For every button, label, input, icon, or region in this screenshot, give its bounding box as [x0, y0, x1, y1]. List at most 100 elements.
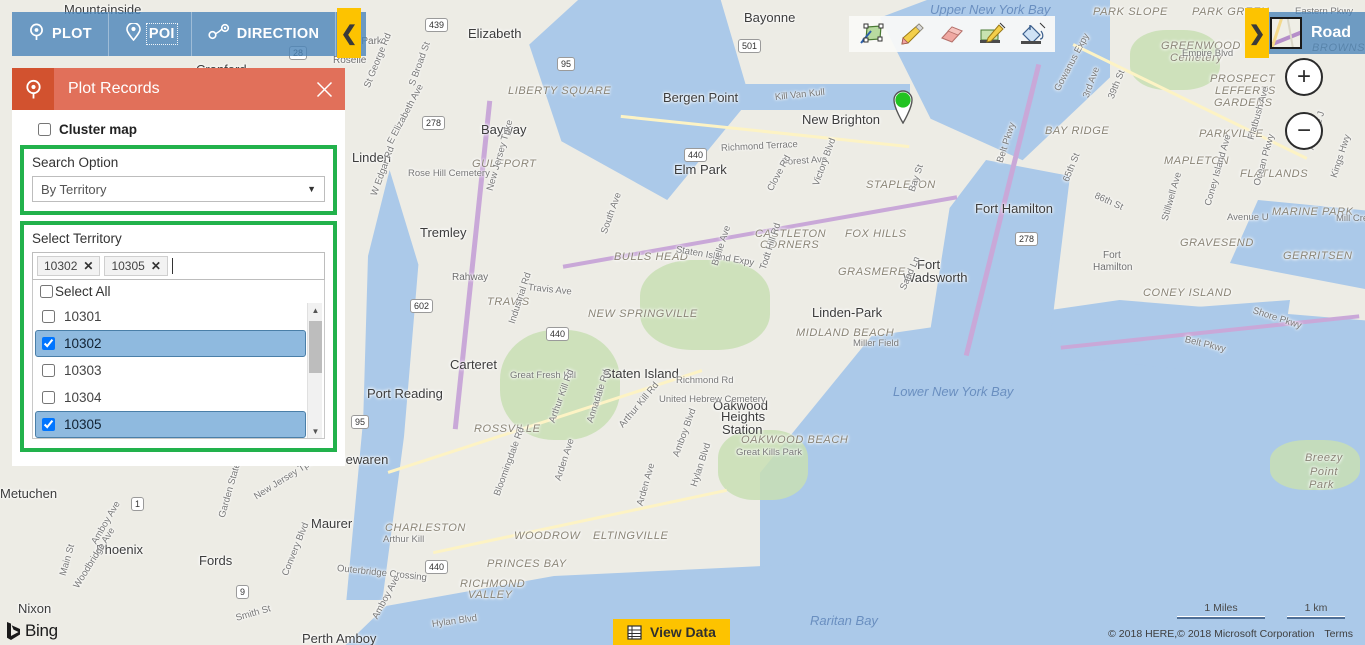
polygon-tool-button[interactable]: [855, 19, 889, 49]
poi-pin-icon: [125, 22, 142, 45]
view-data-button[interactable]: View Data: [613, 619, 730, 645]
territory-option-label: 10304: [64, 390, 102, 405]
select-all-checkbox[interactable]: [40, 285, 53, 298]
toolbar-item-poi[interactable]: POI: [109, 12, 192, 56]
map-route-shield: 1: [131, 497, 145, 511]
territory-chips-input[interactable]: 10302 ✕ 10305 ✕: [32, 252, 325, 280]
zoom-in-button[interactable]: +: [1285, 58, 1323, 96]
territory-option-checkbox[interactable]: [42, 391, 55, 404]
map-water-kill-van-kull: [640, 84, 910, 110]
minus-icon: −: [1296, 117, 1311, 144]
close-icon[interactable]: ✕: [83, 259, 93, 273]
territory-option-checkbox[interactable]: [42, 310, 55, 323]
drawing-tools-toolbar: [849, 16, 1055, 52]
toolbar-label-poi: POI: [145, 23, 178, 45]
territory-option[interactable]: 10301: [35, 303, 306, 330]
main-toolbar: PLOT POI DIRECTION: [12, 12, 367, 56]
territory-option[interactable]: 10303: [35, 357, 306, 384]
map-thumbnail-icon: [1270, 17, 1302, 49]
scrollbar-thumb[interactable]: [309, 321, 322, 373]
map-route-shield: 602: [410, 299, 434, 313]
scale-bar-km: 1 km: [1287, 602, 1345, 619]
select-all-label: Select All: [55, 284, 111, 299]
territory-option-label: 10301: [64, 309, 102, 324]
select-territory-highlight-box: Select Territory 10302 ✕ 10305 ✕ Select …: [20, 221, 337, 452]
bing-logo-icon: [7, 622, 20, 640]
bing-logo[interactable]: Bing: [6, 621, 58, 641]
territory-option-checkbox[interactable]: [42, 337, 55, 350]
toolbar-item-plot[interactable]: PLOT: [12, 12, 109, 56]
territory-option[interactable]: 10305: [35, 411, 306, 438]
territory-option-checkbox[interactable]: [42, 418, 55, 431]
territory-option-label: 10302: [64, 336, 102, 351]
select-all-row[interactable]: Select All: [33, 280, 324, 303]
toolbar-label-plot: PLOT: [52, 26, 92, 42]
fill-tool-button[interactable]: [1015, 19, 1049, 49]
map-green-area: [500, 330, 620, 440]
map-route-shield: 9: [236, 585, 250, 599]
territory-option[interactable]: 10304: [35, 384, 306, 411]
map-attribution: © 2018 HERE,© 2018 Microsoft Corporation…: [1108, 628, 1353, 640]
map-application: MountainsideElizabethBayonneCranfordRose…: [0, 0, 1365, 645]
territory-chip[interactable]: 10305 ✕: [104, 256, 168, 276]
toolbar-item-direction[interactable]: DIRECTION: [192, 12, 337, 56]
territory-option-list[interactable]: 103011030210303103041030510306 ▲ ▼: [33, 303, 324, 438]
triangle-up-icon[interactable]: ▲: [308, 303, 323, 317]
zoom-out-button[interactable]: −: [1285, 112, 1323, 150]
map-route-shield: 440: [684, 148, 708, 162]
map-route-shield: 440: [546, 327, 570, 341]
table-icon: [627, 624, 642, 640]
search-option-label: Search Option: [32, 155, 119, 170]
map-route-shield: 95: [351, 415, 370, 429]
close-icon[interactable]: ✕: [151, 259, 161, 273]
plot-marker-green[interactable]: [890, 88, 916, 129]
select-territory-field: Select Territory 10302 ✕ 10305 ✕ Select …: [24, 225, 333, 448]
cluster-map-label: Cluster map: [59, 122, 138, 137]
toolbar-label-direction: DIRECTION: [236, 26, 320, 42]
territory-chip[interactable]: 10302 ✕: [37, 256, 101, 276]
territory-option-checkbox[interactable]: [42, 364, 55, 377]
right-panel-expand-button[interactable]: ❯: [1245, 8, 1269, 58]
copyright-text: © 2018 HERE,© 2018 Microsoft Corporation: [1108, 628, 1315, 640]
map-green-area: [1130, 30, 1220, 90]
triangle-down-icon[interactable]: ▼: [308, 424, 323, 438]
map-scale-bars: 1 Miles 1 km: [1177, 602, 1345, 619]
cluster-map-row[interactable]: Cluster map: [20, 120, 337, 145]
edit-shape-tool-button[interactable]: [975, 19, 1009, 49]
chevron-left-icon: ❮: [340, 22, 358, 45]
map-route-shield: 501: [738, 39, 762, 53]
territory-chip-label: 10305: [111, 259, 145, 273]
search-option-value: By Territory: [41, 181, 107, 197]
left-panel-collapse-button[interactable]: ❮: [337, 8, 361, 58]
panel-header: Plot Records: [12, 68, 345, 110]
pencil-tool-button[interactable]: [895, 19, 929, 49]
map-pin-icon: [28, 23, 45, 45]
map-route-shield: 439: [425, 18, 449, 32]
pencil-icon: [901, 23, 924, 45]
bing-logo-label: Bing: [25, 621, 58, 640]
eraser-tool-button[interactable]: [935, 19, 969, 49]
cluster-map-checkbox[interactable]: [38, 123, 51, 136]
map-route-shield: 278: [1015, 232, 1039, 246]
panel-title: Plot Records: [68, 80, 160, 97]
map-green-area: [718, 430, 808, 500]
edit-shape-icon: [980, 22, 1006, 43]
territory-dropdown-list: Select All 10301103021030310304103051030…: [32, 280, 325, 439]
close-icon: [316, 81, 332, 97]
territory-chip-label: 10302: [44, 259, 78, 273]
search-option-select[interactable]: By Territory ▼: [32, 176, 325, 202]
territory-option-label: 10303: [64, 363, 102, 378]
chevron-down-icon: ▼: [307, 184, 316, 194]
map-type-selector[interactable]: Road: [1262, 12, 1365, 54]
direction-icon: [208, 23, 230, 45]
panel-close-button[interactable]: [303, 68, 345, 110]
polygon-icon: [860, 23, 884, 44]
territory-option[interactable]: 10302: [35, 330, 306, 357]
list-scrollbar[interactable]: ▲ ▼: [307, 303, 322, 438]
map-green-area: [1270, 440, 1360, 490]
select-territory-label: Select Territory: [32, 231, 122, 246]
territory-option-label: 10305: [64, 417, 102, 432]
map-route-shield: 278: [422, 116, 446, 130]
terms-link[interactable]: Terms: [1324, 628, 1353, 640]
search-option-field: Search Option By Territory ▼: [24, 149, 333, 211]
